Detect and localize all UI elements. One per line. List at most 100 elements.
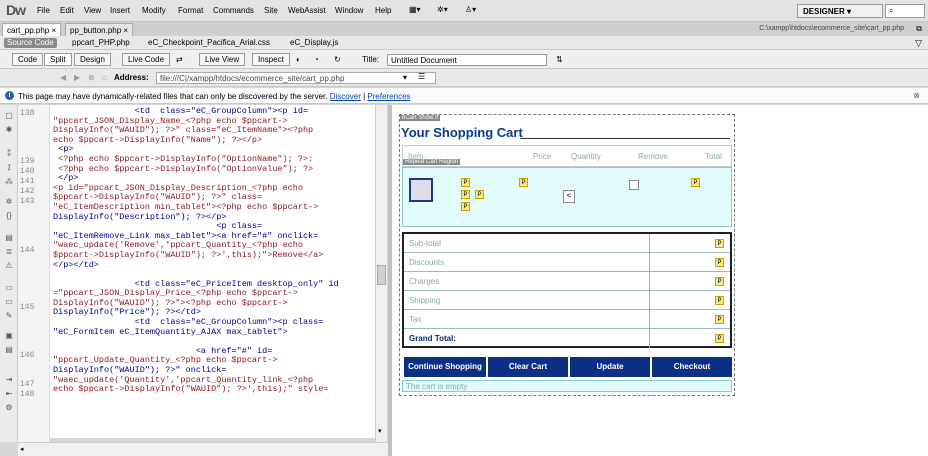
header-price: Price xyxy=(533,152,552,161)
design-view-button[interactable]: Design xyxy=(74,53,111,66)
grand-total-row: Grand Total: P xyxy=(404,329,730,348)
forward-icon[interactable]: ▶ xyxy=(74,73,80,82)
file-management-icon[interactable]: ⇅ xyxy=(556,55,563,64)
checkout-button[interactable]: Checkout xyxy=(652,357,732,377)
code-line[interactable]: "eC_FormItem eC_ItemQuantity_AJAX max_ta… xyxy=(53,327,372,338)
scroll-thumb[interactable] xyxy=(377,265,386,285)
user-dropdown-icon[interactable]: ♙▾ xyxy=(465,5,476,14)
cart-item-row[interactable]: P P P P P < P xyxy=(402,167,732,227)
multiscreen-icon[interactable]: ◐ xyxy=(296,55,301,64)
scroll-left-icon[interactable]: ◂ xyxy=(20,445,24,453)
live-code-options-icon[interactable]: ⇄ xyxy=(176,55,183,64)
related-file-3[interactable]: eC_Display.js xyxy=(290,38,338,47)
continue-shopping-button[interactable]: Continue Shopping xyxy=(404,357,486,377)
menu-webassist[interactable]: WebAssist xyxy=(288,6,326,15)
menu-modify[interactable]: Modify xyxy=(142,6,166,15)
recent-snippets-icon[interactable]: ▣ xyxy=(4,331,14,341)
cart-totals: Sub-total P Discounts P Charges P Shipping P… xyxy=(402,232,732,348)
menu-file[interactable]: File xyxy=(37,6,50,15)
code-line[interactable]: $ppcart->DisplayInfo("WAUID"); ?>',this)… xyxy=(53,250,372,261)
line-number-gutter: 138 139 140 141 142 143 144 145 146 147 148 xyxy=(18,105,50,442)
line-number: 146 xyxy=(20,351,35,360)
address-label: Address: xyxy=(114,73,149,82)
php-icon: P xyxy=(461,202,470,211)
live-view-options-icon[interactable]: ☰ xyxy=(418,72,425,81)
close-info-icon[interactable]: ⊗ xyxy=(913,91,920,100)
stop-icon[interactable]: ⊗ xyxy=(88,73,95,82)
wrap-tag-icon[interactable]: ✎ xyxy=(4,311,14,321)
format-source-icon[interactable]: ⚙ xyxy=(4,403,14,413)
code-line[interactable]: echo $ppcart->DisplayInfo("Name"); ?></p… xyxy=(53,135,372,146)
preferences-link[interactable]: Preferences xyxy=(367,92,410,101)
inspect-button[interactable]: Inspect xyxy=(252,53,290,66)
show-code-navigator-icon[interactable]: ✱ xyxy=(4,125,14,135)
charges-row: Charges P xyxy=(404,272,730,291)
layout-dropdown-icon[interactable]: ▦▾ xyxy=(409,5,421,14)
filter-icon[interactable]: ▽ xyxy=(915,38,922,49)
source-code-button[interactable]: Source Code xyxy=(4,38,57,48)
indent-code-icon[interactable]: ⇥ xyxy=(4,375,14,385)
home-icon[interactable]: ⌂ xyxy=(102,73,107,82)
tab-cart-pp[interactable]: cart_pp.php × xyxy=(2,23,62,36)
discover-link[interactable]: Discover xyxy=(330,92,361,101)
address-input[interactable]: file:///C|/xampp/htdocs/ecommerce_site/c… xyxy=(156,72,436,84)
expand-all-icon[interactable]: ⁂ xyxy=(4,177,14,187)
update-button[interactable]: Update xyxy=(570,357,650,377)
clear-cart-button[interactable]: Clear Cart xyxy=(488,357,568,377)
restore-icon[interactable]: ⧉ xyxy=(916,24,922,34)
code-line[interactable]: </p></td> xyxy=(53,260,372,271)
live-code-button[interactable]: Live Code xyxy=(122,53,171,66)
line-numbers-icon[interactable]: ▤ xyxy=(4,233,14,243)
menu-edit[interactable]: Edit xyxy=(60,6,74,15)
balance-braces-icon[interactable]: {} xyxy=(4,211,14,221)
open-documents-icon[interactable]: ▢ xyxy=(4,111,14,121)
highlight-invalid-icon[interactable]: ≣ xyxy=(4,247,14,257)
collapse-full-tag-icon[interactable]: ⁑ xyxy=(4,149,14,159)
select-parent-tag-icon[interactable]: ✲ xyxy=(4,197,14,207)
menu-help[interactable]: Help xyxy=(375,6,391,15)
gear-dropdown-icon[interactable]: ✲▾ xyxy=(437,5,448,14)
code-line[interactable]: echo $ppcart->DisplayInfo("WAUID"); ?>',… xyxy=(53,385,372,395)
move-css-icon[interactable]: ▤ xyxy=(4,345,14,355)
coding-toolbar: ▢ ✱ ⁑ ⁒ ⁂ ✲ {} ▤ ≣ ⚠ ▭ ▭ ✎ ▣ ▤ ⇥ ⇤ ⚙ xyxy=(0,105,18,442)
info-message: This page may have dynamically-related f… xyxy=(18,92,411,101)
menu-insert[interactable]: Insert xyxy=(110,6,130,15)
code-view-button[interactable]: Code xyxy=(12,53,44,66)
tab-pp-button[interactable]: pp_button.php × xyxy=(65,23,134,36)
syntax-error-icon[interactable]: ⚠ xyxy=(4,261,14,271)
back-icon[interactable]: ◀ xyxy=(60,73,66,82)
preview-browser-icon[interactable]: ◔ xyxy=(314,55,319,64)
menu-window[interactable]: Window xyxy=(335,6,363,15)
code-line[interactable]: <?php echo $ppcart->DisplayInfo("OptionV… xyxy=(53,164,372,175)
code-vertical-scrollbar[interactable]: ▾ xyxy=(375,105,387,442)
menu-site[interactable]: Site xyxy=(264,6,278,15)
info-text: This page may have dynamically-related f… xyxy=(18,92,328,101)
live-view-button[interactable]: Live View xyxy=(199,53,246,66)
collapse-selection-icon[interactable]: ⁒ xyxy=(4,163,14,173)
code-editor[interactable]: <td class="eC_GroupColumn"><p id= "ppcart… xyxy=(50,105,375,438)
menu-commands[interactable]: Commands xyxy=(213,6,254,15)
php-icon: P xyxy=(715,296,724,305)
apply-comment-icon[interactable]: ▭ xyxy=(4,283,14,293)
scroll-down-icon[interactable]: ▾ xyxy=(378,427,382,435)
address-dropdown-icon[interactable]: ▾ xyxy=(403,73,407,82)
title-underline xyxy=(520,138,730,139)
outdent-code-icon[interactable]: ⇤ xyxy=(4,389,14,399)
refresh-icon[interactable]: ↻ xyxy=(334,55,341,64)
line-number: 141 xyxy=(20,177,35,186)
related-file-2[interactable]: eC_Checkpoint_Pacifica_Arial.css xyxy=(148,38,270,47)
related-file-1[interactable]: ppcart_PHP.php xyxy=(72,38,130,47)
quantity-input[interactable]: < xyxy=(563,190,575,203)
title-input[interactable]: Untitled Document xyxy=(387,54,547,66)
search-input[interactable]: ⌕ xyxy=(885,4,925,18)
remove-checkbox[interactable] xyxy=(629,180,639,190)
menu-view[interactable]: View xyxy=(84,6,101,15)
remove-comment-icon[interactable]: ▭ xyxy=(4,297,14,307)
close-icon[interactable]: × xyxy=(52,26,57,35)
split-view-button[interactable]: Split xyxy=(44,53,72,66)
close-icon[interactable]: × xyxy=(123,26,128,35)
header-total: Total xyxy=(705,152,722,161)
menu-format[interactable]: Format xyxy=(178,6,203,15)
code-horizontal-scrollbar[interactable]: ◂ xyxy=(18,442,388,456)
workspace-switcher[interactable]: DESIGNER ▾ xyxy=(797,4,883,18)
